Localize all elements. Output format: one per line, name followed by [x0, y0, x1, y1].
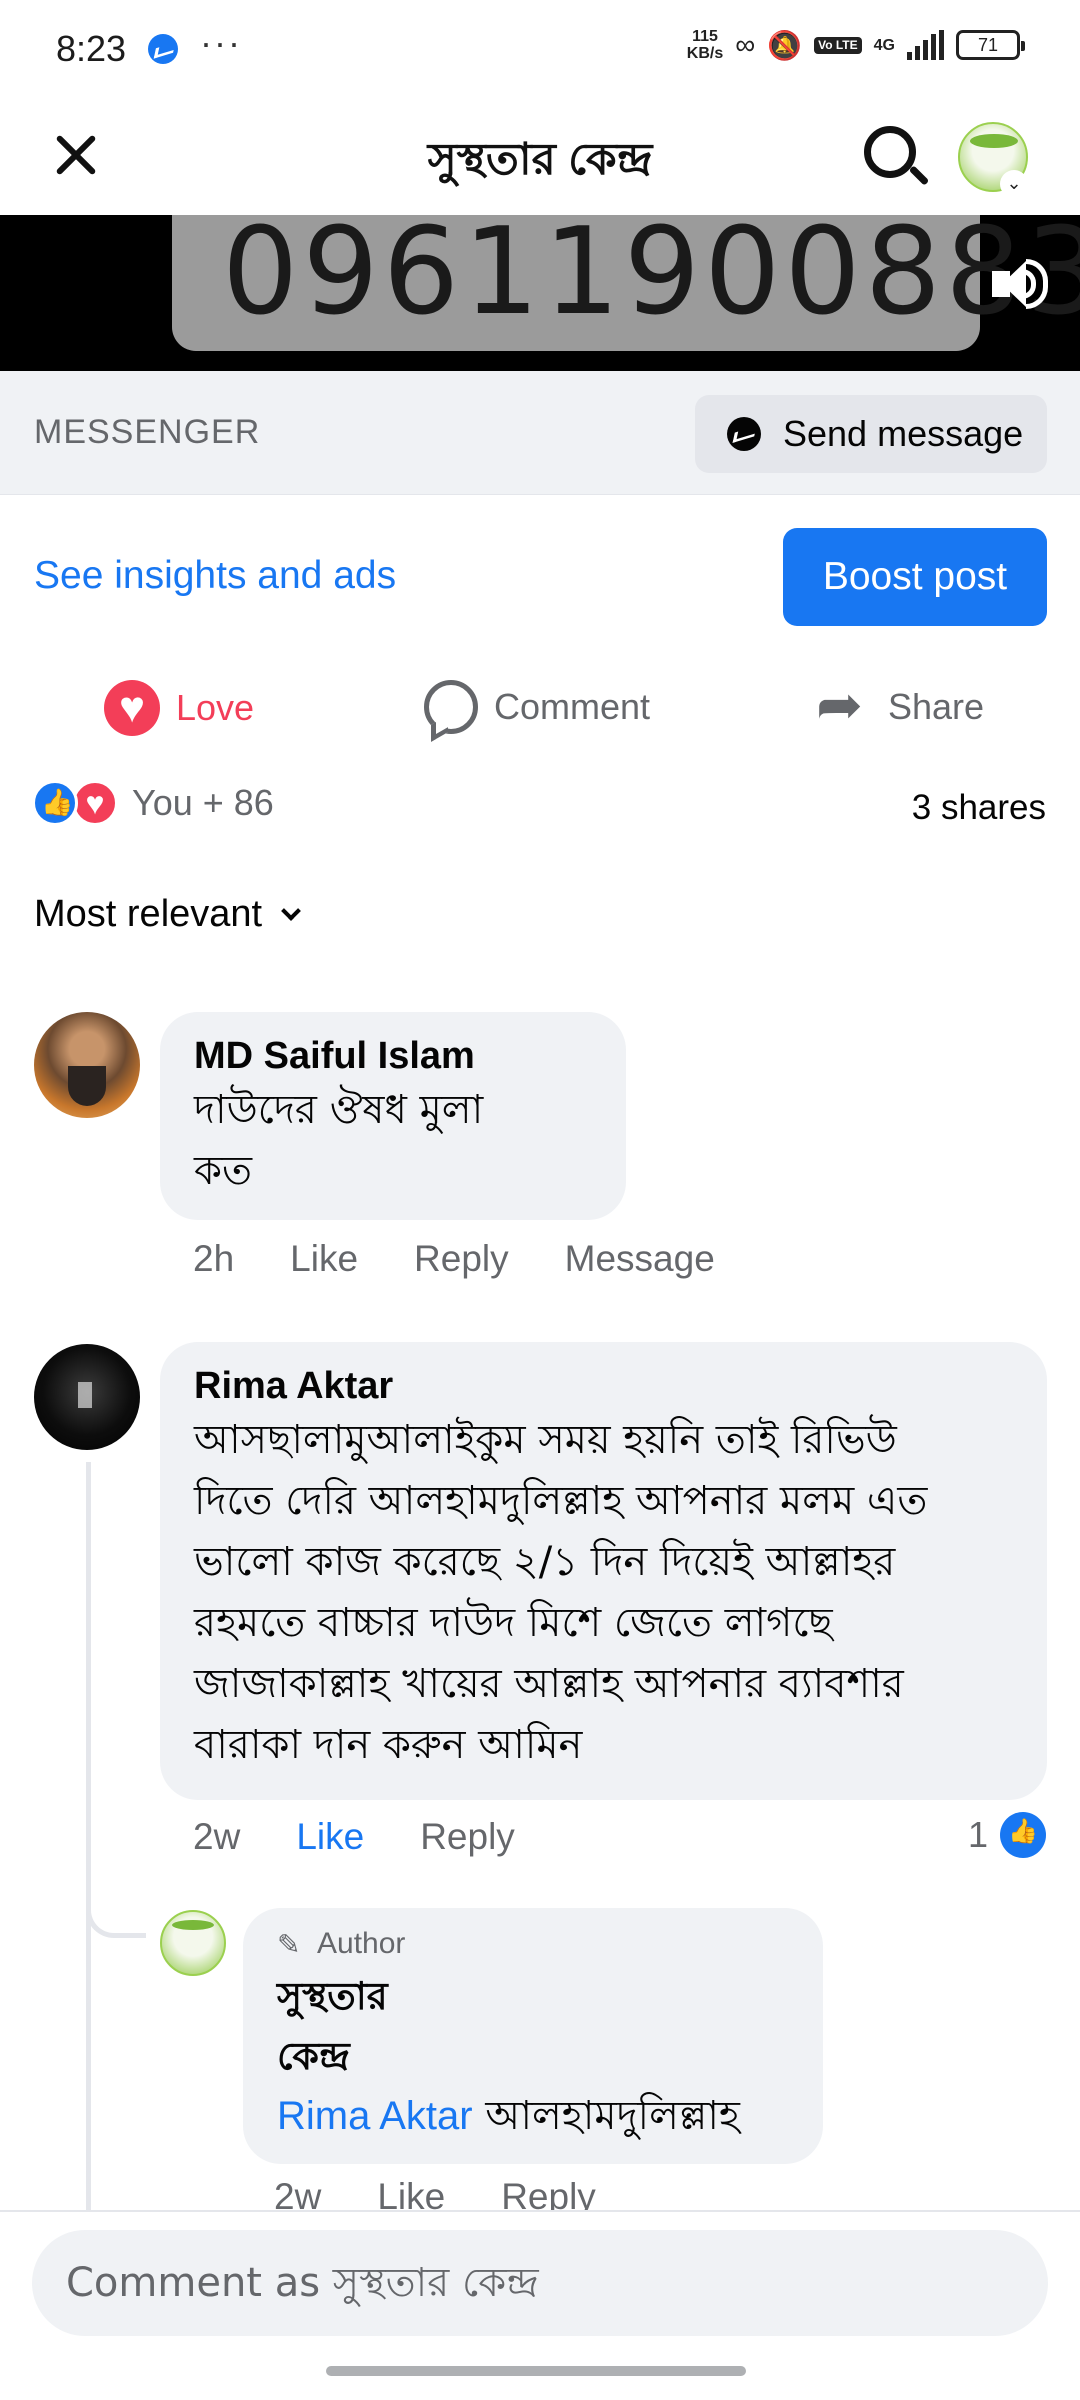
share-button[interactable]: Share [816, 672, 985, 738]
author-avatar[interactable] [160, 1910, 226, 1976]
comment-text-line: বারাকা দান করুন আমিন [194, 1722, 583, 1768]
like-count-number: 1 [967, 1814, 988, 1855]
comment-meta-row: 2h Like Reply Message [193, 1238, 771, 1280]
volte-badge: Vo LTE [814, 36, 862, 54]
comment-like-count[interactable]: 1 [968, 1812, 1046, 1858]
reply-author-name[interactable]: সুস্থতার কেন্দ্র [277, 1966, 789, 2086]
commenter-name[interactable]: MD Saiful Islam [194, 1032, 592, 1080]
boost-post-button[interactable]: Boost post [783, 528, 1047, 626]
bell-muted-icon: 🔕 [767, 29, 803, 61]
shares-count[interactable]: 3 shares [912, 788, 1046, 828]
chevron-down-icon[interactable]: ⌄ [1000, 170, 1028, 198]
network-speed: 115 KB/s [686, 28, 724, 62]
comment-sort-dropdown[interactable]: Most relevant [34, 893, 301, 936]
reply-bubble: Author সুস্থতার কেন্দ্র Rima Aktar আলহাম… [243, 1908, 823, 2164]
messenger-cta-row: MESSENGER Send message [0, 371, 1080, 495]
commenter-avatar[interactable] [34, 1344, 140, 1450]
comment-meta-row: 2w Like Reply [193, 1816, 571, 1858]
reply-text-body: আলহামদুলিল্লাহ [472, 2093, 740, 2139]
comment-bubble: MD Saiful Islam দাউদের ঔষধ মুলা কত [160, 1012, 626, 1220]
comment-message-button[interactable]: Message [565, 1238, 715, 1280]
commenter-avatar[interactable] [34, 1012, 140, 1118]
more-notifications-icon: ··· [200, 22, 242, 63]
home-indicator[interactable] [326, 2366, 746, 2376]
commenter-name[interactable]: Rima Aktar [194, 1362, 1013, 1410]
status-time: 8:23 [56, 28, 127, 69]
signal-icon [907, 30, 944, 60]
video-player[interactable]: 09611900883 [0, 215, 1080, 371]
comment-time: 2h [193, 1238, 235, 1279]
reactions-summary[interactable]: You + 86 [32, 780, 274, 826]
pencil-icon [277, 1927, 303, 1963]
thread-connector-curve [86, 1888, 146, 1938]
share-label: Share [888, 686, 985, 727]
network-type: 4G [873, 36, 895, 54]
reply-text: Rima Aktar আলহামদুলিল্লাহ [277, 2086, 789, 2146]
status-icons: 115 KB/s ∞ 🔕 Vo LTE 4G 71 [686, 28, 1025, 62]
love-icon [104, 680, 160, 736]
author-badge-label: Author [317, 1927, 406, 1960]
send-message-button[interactable]: Send message [695, 395, 1047, 473]
comment-label: Comment [494, 686, 651, 727]
like-reaction-icon [1000, 1812, 1046, 1858]
comment-input[interactable]: Comment as সুস্থতার কেন্দ্র [32, 2230, 1048, 2336]
author-badge: Author [277, 1926, 789, 1963]
chevron-down-icon [281, 900, 301, 921]
send-message-label: Send message [783, 413, 1024, 454]
comment-text-line: ভালো কাজ করেছে ২/১ দিন দিয়েই আল্লাহর [194, 1539, 896, 1585]
sort-label: Most relevant [34, 893, 263, 935]
comment-like-button[interactable]: Like [290, 1238, 358, 1280]
volume-icon[interactable] [990, 255, 1054, 319]
comment-button[interactable]: Comment [424, 680, 650, 734]
comment-text-line: দিতে দেরি আলহামদুলিল্লাহ আপনার মলম এত [194, 1478, 928, 1524]
comment-text-line: রহমতে বাচ্চার দাউদ মিশে জেতে লাগছে [194, 1600, 833, 1646]
comment-bubble: Rima Aktar আসছালামুআলাইকুম সময় হয়নি তা… [160, 1342, 1047, 1800]
love-button[interactable]: Love [104, 680, 254, 736]
share-icon [816, 672, 874, 738]
see-insights-link[interactable]: See insights and ads [34, 554, 396, 598]
love-reaction-icon [72, 780, 118, 826]
top-app-bar: সুস্থতার কেন্দ্র ⌄ [0, 100, 1080, 215]
comment-text-line: দাউদের ঔষধ মুলা [194, 1087, 484, 1133]
status-bar: 8:23 ··· 115 KB/s ∞ 🔕 Vo LTE 4G 71 [0, 0, 1080, 100]
messenger-icon [727, 417, 761, 451]
reactions-count: You + 86 [132, 782, 274, 823]
love-label: Love [176, 687, 255, 728]
comment-text-line: কত [194, 1148, 252, 1194]
comment-text-line: আসছালামুআলাইকুম সময় হয়নি তাই রিভিউ [194, 1417, 897, 1463]
messenger-notification-icon [148, 34, 178, 64]
comment-reply-button[interactable]: Reply [414, 1238, 509, 1280]
link-icon: ∞ [735, 29, 756, 60]
search-icon[interactable] [860, 122, 930, 192]
messenger-label: MESSENGER [34, 413, 261, 451]
post-action-bar: Love Comment Share [0, 668, 1080, 752]
comment-time: 2w [193, 1816, 241, 1857]
thread-connector-line [86, 1462, 91, 2210]
comment-like-button[interactable]: Like [296, 1816, 364, 1858]
video-phone-number: 09611900883 [222, 215, 1080, 342]
comment-icon [424, 680, 478, 734]
comment-reply-button[interactable]: Reply [420, 1816, 515, 1858]
battery-icon: 71 [956, 30, 1025, 60]
reply-mention-link[interactable]: Rima Aktar [277, 2094, 473, 2138]
comment-text-line: জাজাকাল্লাহ খায়ের আল্লাহ আপনার ব্যাবশার [194, 1661, 904, 1707]
like-reaction-icon [32, 780, 78, 826]
